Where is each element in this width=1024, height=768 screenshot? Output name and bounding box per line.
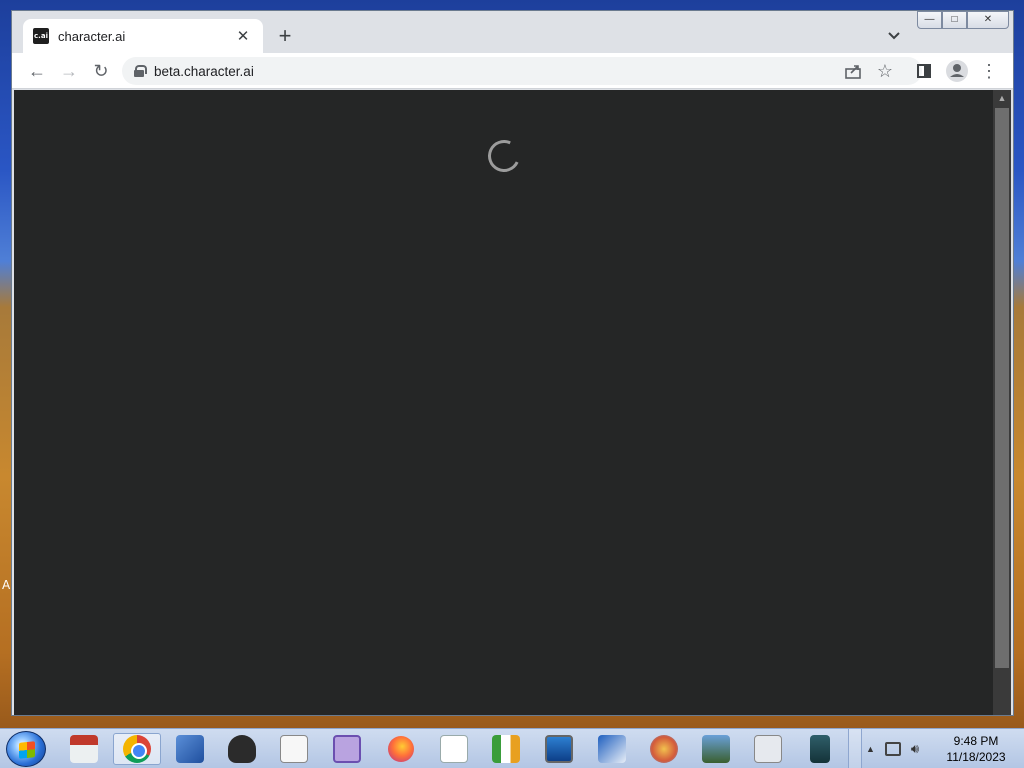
- scroll-up-icon[interactable]: ▲: [993, 90, 1011, 106]
- scrollbar-thumb[interactable]: [995, 108, 1009, 668]
- paint-icon[interactable]: [640, 733, 688, 765]
- windows-logo-icon: [19, 741, 35, 759]
- lock-icon[interactable]: [134, 65, 147, 77]
- fax-icon[interactable]: [744, 733, 792, 765]
- hxd-icon[interactable]: [482, 733, 530, 765]
- menu-kebab-icon[interactable]: ⋮: [976, 58, 1002, 84]
- clock-date: 11/18/2023: [946, 750, 1006, 764]
- clock-time: 9:48 PM: [953, 734, 999, 748]
- chrome-icon[interactable]: [113, 733, 161, 765]
- back-button[interactable]: ←: [24, 58, 50, 84]
- window-maximize-button[interactable]: □: [942, 11, 967, 29]
- profile-icon[interactable]: [944, 58, 970, 84]
- firefox-icon[interactable]: [377, 733, 425, 765]
- monitor-icon[interactable]: [535, 733, 583, 765]
- share-icon[interactable]: [840, 58, 866, 84]
- taskbar: ▲ 🔊︎ 9:48 PM 11/18/2023: [0, 728, 1024, 768]
- scrollbar[interactable]: ▲: [993, 90, 1011, 715]
- window-close-button[interactable]: ✕: [967, 11, 1009, 29]
- window-minimize-button[interactable]: —: [917, 11, 942, 29]
- document-icon[interactable]: [430, 733, 478, 765]
- url-text[interactable]: beta.character.ai: [154, 64, 254, 79]
- network-icon[interactable]: [588, 733, 636, 765]
- desktop-edge-text: A: [2, 578, 11, 592]
- phone-icon[interactable]: [796, 733, 844, 765]
- disk-icon[interactable]: [323, 733, 371, 765]
- forward-button[interactable]: →: [56, 58, 82, 84]
- store-icon[interactable]: [60, 733, 108, 765]
- chevron-down-icon[interactable]: [886, 29, 902, 43]
- bookmark-star-icon[interactable]: ☆: [872, 58, 898, 84]
- tray-expand-icon[interactable]: ▲: [866, 744, 875, 754]
- browser-toolbar: ← → ↻ beta.character.ai ☆ ⋮: [12, 53, 1013, 89]
- tab-character-ai[interactable]: c.ai character.ai ✕: [23, 19, 263, 53]
- system-tray: ▲ 🔊︎: [866, 729, 919, 768]
- solitaire-icon[interactable]: [270, 733, 318, 765]
- hat-icon[interactable]: [218, 733, 266, 765]
- start-button[interactable]: [6, 731, 46, 767]
- reload-button[interactable]: ↻: [88, 58, 114, 84]
- system-clock[interactable]: 9:48 PM 11/18/2023: [936, 733, 1016, 765]
- character-ai-favicon-icon: c.ai: [33, 28, 49, 44]
- page-content: ▲: [14, 90, 1011, 715]
- tab-close-icon[interactable]: ✕: [233, 27, 253, 45]
- browser-window: c.ai character.ai ✕ + — □ ✕ ← → ↻ beta.c…: [11, 10, 1014, 716]
- tab-title: character.ai: [58, 28, 126, 44]
- tab-strip: c.ai character.ai ✕ + — □ ✕: [12, 11, 1013, 53]
- address-bar[interactable]: beta.character.ai: [122, 57, 922, 85]
- tool-icon[interactable]: [166, 733, 214, 765]
- loading-spinner-icon: [483, 135, 525, 177]
- network-tray-icon[interactable]: [884, 742, 901, 756]
- taskbar-scroll-divider[interactable]: [848, 729, 862, 768]
- volume-icon[interactable]: 🔊︎: [911, 741, 919, 757]
- new-tab-button[interactable]: +: [274, 25, 296, 48]
- side-panel-icon[interactable]: [911, 58, 937, 84]
- photos-icon[interactable]: [692, 733, 740, 765]
